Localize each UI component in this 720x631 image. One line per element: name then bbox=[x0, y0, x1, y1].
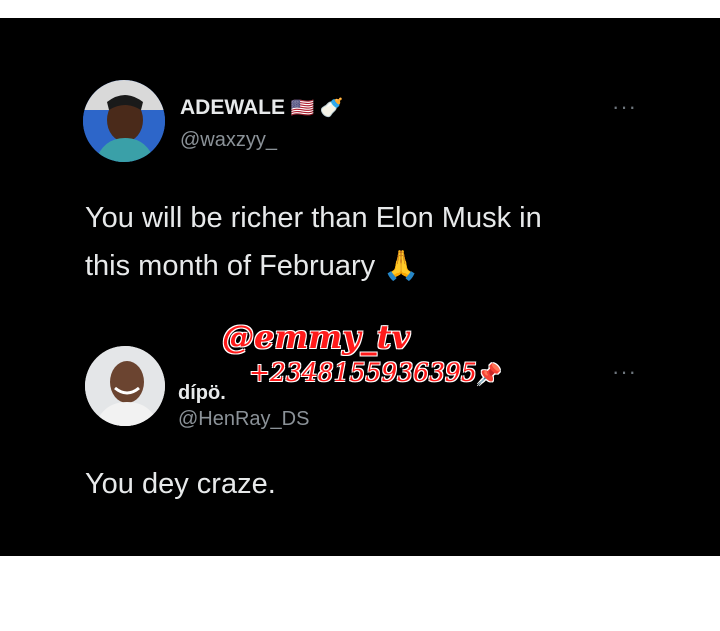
author-handle[interactable]: @waxzyy_ bbox=[180, 129, 277, 152]
watermark-phone: +2348155936395📌 bbox=[249, 358, 502, 387]
avatar-image bbox=[83, 80, 165, 162]
reply-avatar-image bbox=[85, 346, 165, 426]
reply-author-name[interactable]: dípö. bbox=[178, 382, 226, 405]
tweet-text-line-2: this month of February 🙏 bbox=[85, 242, 542, 290]
tweet: ADEWALE 🇺🇸 🍼 @waxzyy_ ··· You will be ri… bbox=[0, 18, 720, 318]
more-icon[interactable]: ··· bbox=[612, 361, 637, 383]
reply-avatar[interactable] bbox=[85, 346, 165, 426]
watermark-phone-number: +2348155936395 bbox=[249, 358, 477, 387]
author-name-row[interactable]: ADEWALE 🇺🇸 🍼 bbox=[180, 96, 343, 120]
tweet-text: You will be richer than Elon Musk in thi… bbox=[85, 194, 542, 290]
pin-icon: 📌 bbox=[476, 362, 502, 386]
reply-text: You dey craze. bbox=[85, 468, 276, 500]
tweet-text-line-2-words: this month of February bbox=[85, 250, 376, 282]
tweet-text-line-1: You will be richer than Elon Musk in bbox=[85, 202, 542, 234]
watermark-name: @emmy_tv bbox=[222, 318, 411, 356]
more-icon[interactable]: ··· bbox=[612, 96, 637, 118]
reply-author-handle[interactable]: @HenRay_DS bbox=[178, 408, 309, 431]
pray-emoji: 🙏 bbox=[383, 250, 420, 282]
avatar[interactable] bbox=[83, 80, 165, 162]
author-name[interactable]: ADEWALE bbox=[180, 96, 285, 119]
screenshot-frame: ADEWALE 🇺🇸 🍼 @waxzyy_ ··· You will be ri… bbox=[0, 18, 720, 556]
name-emojis: 🇺🇸 🍼 bbox=[290, 98, 344, 119]
